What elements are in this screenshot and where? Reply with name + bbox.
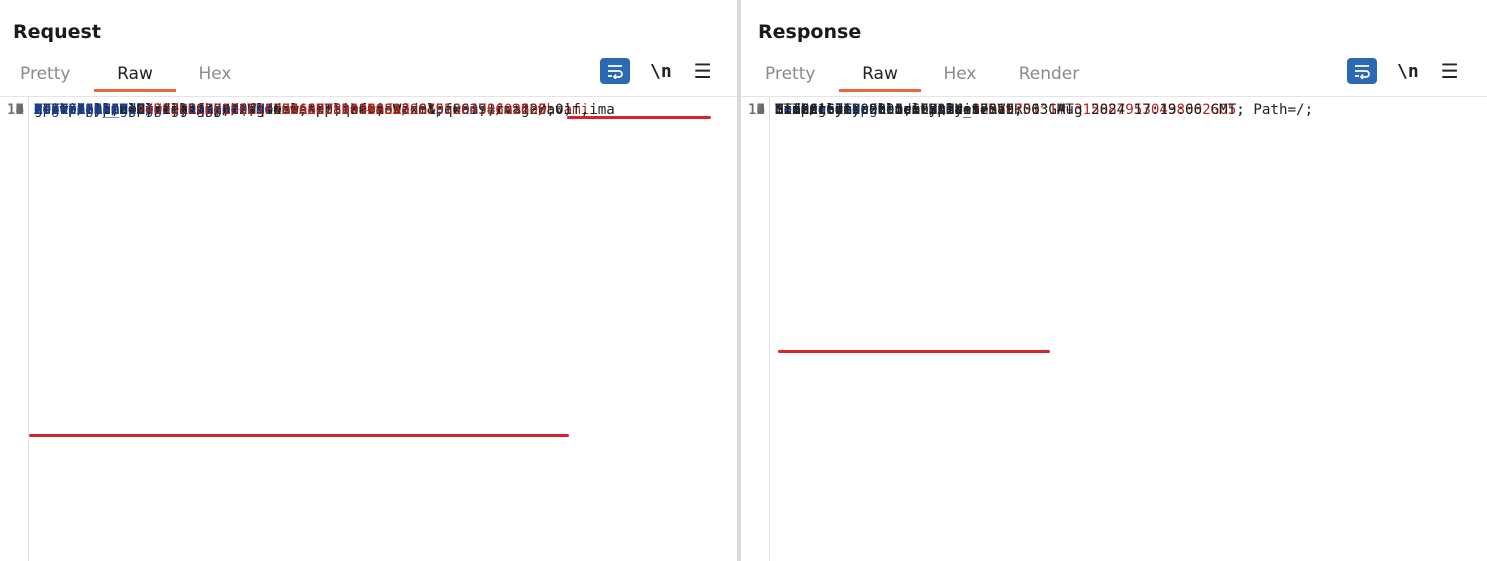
word-wrap-icon[interactable] — [1347, 58, 1377, 84]
request-title: Request — [13, 21, 101, 43]
request-tab-pretty[interactable]: Pretty — [8, 62, 94, 92]
line-text: Time: 67ms — [775, 100, 860, 121]
response-tab-pretty[interactable]: Pretty — [753, 62, 839, 92]
param-value: 44D53CCCE0156E1F7E4A2728D43B08A2 — [136, 102, 410, 118]
response-toolbar: \n ☰ — [1347, 58, 1459, 84]
hamburger-menu-icon[interactable]: ☰ — [1441, 61, 1459, 81]
response-tab-raw[interactable]: Raw — [839, 62, 921, 92]
text-segment: ; — [546, 102, 556, 118]
annotation-underline-csrf — [29, 434, 569, 437]
response-tabs: Pretty Raw Hex Render — [753, 62, 1099, 92]
line-number: 17 — [6, 102, 24, 118]
response-gutter — [741, 97, 770, 561]
request-tab-raw[interactable]: Raw — [94, 62, 176, 92]
annotation-underline-stdout — [778, 350, 1050, 353]
newline-toggle-icon[interactable]: \n — [1397, 61, 1419, 82]
annotation-underline-params — [567, 116, 711, 119]
response-editor[interactable]: 1 HTTP/1.1 200 2 TeamCity-Node-Id: MAIN_SER… — [741, 96, 1487, 561]
request-tabs: Pretty Raw Hex — [8, 62, 254, 92]
request-gutter — [0, 97, 29, 561]
line-number: 14 — [747, 102, 765, 118]
text-segment: Time: 67ms — [775, 102, 861, 118]
line-text: Priority: u=0, i — [34, 100, 171, 121]
hamburger-menu-icon[interactable]: ☰ — [694, 61, 712, 81]
response-tab-render[interactable]: Render — [999, 62, 1099, 92]
request-editor[interactable]: 1 POST /app/rest/debug/processes?exePath=… — [0, 96, 737, 561]
response-title: Response — [758, 21, 862, 43]
newline-toggle-icon[interactable]: \n — [650, 61, 672, 82]
text-segment: : u=0, i — [102, 102, 171, 118]
request-toolbar: \n ☰ — [600, 58, 712, 84]
header-name: Priority — [34, 102, 103, 118]
response-pane: Response Pretty Raw Hex Render \n ☰ 1 HTT… — [741, 0, 1487, 561]
request-pane: Request Pretty Raw Hex \n ☰ 1 POST /app/r… — [0, 0, 737, 561]
word-wrap-icon[interactable] — [600, 58, 630, 84]
response-tab-hex[interactable]: Hex — [921, 62, 999, 92]
request-tab-hex[interactable]: Hex — [176, 62, 254, 92]
